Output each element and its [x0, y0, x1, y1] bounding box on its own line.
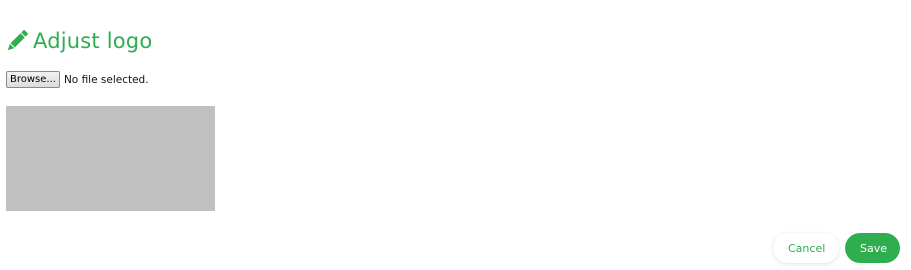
adjust-logo-dialog: Adjust logo Browse... No file selected. … — [0, 0, 911, 270]
browse-button[interactable]: Browse... — [6, 71, 60, 88]
logo-preview — [6, 106, 215, 211]
file-input: Browse... No file selected. — [6, 71, 149, 88]
cancel-button[interactable]: Cancel — [773, 233, 839, 263]
dialog-title: Adjust logo — [33, 29, 153, 53]
dialog-footer: Cancel Save — [773, 233, 900, 263]
save-button[interactable]: Save — [845, 233, 900, 263]
dialog-header: Adjust logo — [6, 26, 152, 56]
pencil-icon — [6, 29, 28, 53]
file-status-text: No file selected. — [63, 73, 149, 86]
